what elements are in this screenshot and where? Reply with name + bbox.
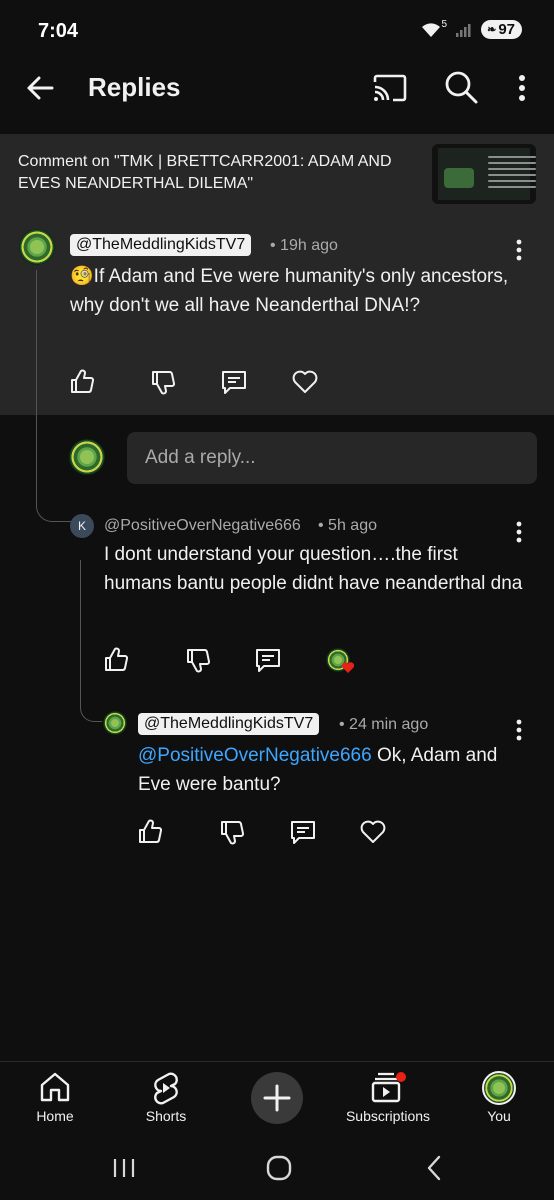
heart-icon[interactable] <box>291 368 319 396</box>
nav-home[interactable]: Home <box>0 1062 110 1140</box>
like-icon[interactable] <box>68 368 96 396</box>
reply-icon[interactable] <box>254 646 282 674</box>
comment-timestamp: • 19h ago <box>270 237 338 254</box>
battery-leaf-icon: ❧ <box>487 24 497 36</box>
nav-shorts-label: Shorts <box>145 1108 187 1124</box>
like-icon[interactable] <box>102 646 130 674</box>
comment-menu-icon[interactable] <box>514 718 524 742</box>
video-context-title: Comment on "TMK | BRETTCARR2001: ADAM AN… <box>18 153 392 192</box>
network-label: 5 <box>441 19 448 30</box>
dislike-icon[interactable] <box>218 818 246 846</box>
system-back-icon[interactable] <box>420 1153 450 1183</box>
reply-body: I dont understand your question….the fir… <box>104 544 523 594</box>
system-navigation-bar <box>0 1139 554 1200</box>
signal-icon <box>456 23 471 37</box>
battery-indicator: ❧ 97 <box>481 20 522 39</box>
thumbnail-graphic <box>444 168 474 188</box>
thumbnail-image <box>438 148 536 200</box>
bottom-navigation: Home Shorts Subscriptions You <box>0 1061 554 1139</box>
status-icons: 5 ❧ 97 <box>420 19 522 39</box>
reply-icon[interactable] <box>220 368 248 396</box>
heart-icon <box>341 662 355 673</box>
avatar <box>69 439 105 475</box>
app-bar: Replies <box>0 62 554 114</box>
cast-icon[interactable] <box>371 70 409 106</box>
thumbnail-text-lines <box>488 156 536 192</box>
dislike-icon[interactable] <box>184 646 212 674</box>
nav-shorts[interactable]: Shorts <box>111 1062 221 1140</box>
reply-input[interactable]: Add a reply... <box>127 432 537 484</box>
page-title: Replies <box>88 72 181 102</box>
nav-you-label: You <box>487 1108 511 1124</box>
battery-level: 97 <box>498 21 515 38</box>
reply-author-chip[interactable]: @TheMeddlingKidsTV7 <box>138 713 320 735</box>
mention-link[interactable]: @PositiveOverNegative666 <box>138 745 372 766</box>
reply-timestamp: • 24 min ago <box>339 716 429 733</box>
video-context-bar[interactable]: Comment on "TMK | BRETTCARR2001: ADAM AN… <box>0 134 554 214</box>
shorts-icon <box>154 1072 178 1105</box>
home-button-icon[interactable] <box>264 1153 294 1183</box>
thread-connector <box>36 270 72 522</box>
home-icon <box>40 1072 70 1102</box>
reply-author[interactable]: @PositiveOverNegative666 <box>104 517 301 535</box>
reply-timestamp: • 5h ago <box>318 517 377 534</box>
nav-home-label: Home <box>36 1108 74 1124</box>
nav-you[interactable]: You <box>444 1062 554 1140</box>
heart-icon[interactable] <box>359 818 387 846</box>
back-arrow-icon[interactable] <box>22 70 58 106</box>
status-bar: 7:04 5 ❧ 97 <box>0 0 554 62</box>
like-icon[interactable] <box>136 818 164 846</box>
nav-subscriptions-label: Subscriptions <box>345 1108 431 1124</box>
profile-avatar <box>482 1071 516 1105</box>
comment-text: If Adam and Eve were humanity's only anc… <box>70 266 509 316</box>
more-options-icon[interactable] <box>512 70 532 106</box>
status-time: 7:04 <box>38 20 79 42</box>
avatar[interactable] <box>19 229 55 265</box>
create-button[interactable] <box>251 1072 303 1124</box>
reply-input-placeholder: Add a reply... <box>145 447 256 468</box>
search-icon[interactable] <box>443 69 479 105</box>
avatar[interactable] <box>103 711 127 735</box>
wifi-icon <box>421 22 440 37</box>
comment-menu-icon[interactable] <box>514 238 524 262</box>
creator-heart-badge <box>326 648 356 676</box>
avatar[interactable]: K <box>70 514 94 538</box>
dislike-icon[interactable] <box>149 368 177 396</box>
nav-subscriptions[interactable]: Subscriptions <box>333 1062 443 1140</box>
reply-icon[interactable] <box>289 818 317 846</box>
comment-body: 🧐If Adam and Eve were humanity's only an… <box>70 262 510 320</box>
subscriptions-icon <box>371 1072 406 1103</box>
monocle-emoji: 🧐 <box>70 266 94 287</box>
reply-body: @PositiveOverNegative666 Ok, Adam and Ev… <box>138 741 518 799</box>
video-thumbnail[interactable] <box>432 144 536 204</box>
recents-icon[interactable] <box>109 1153 139 1183</box>
plus-icon <box>263 1084 291 1112</box>
thread-connector-nested <box>80 560 102 722</box>
comment-author-chip[interactable]: @TheMeddlingKidsTV7 <box>70 234 252 256</box>
